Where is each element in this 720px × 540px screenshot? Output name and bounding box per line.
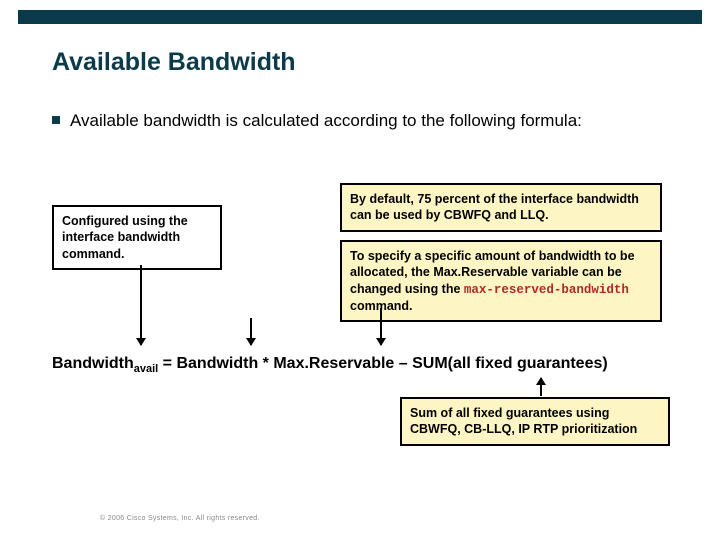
slide-title: Available Bandwidth	[52, 48, 296, 77]
top-band	[18, 10, 702, 24]
bullet-row: Available bandwidth is calculated accord…	[52, 110, 660, 132]
callout-max-reserved-cmd: max-reserved-bandwidth	[464, 283, 629, 297]
slide: Available Bandwidth Available bandwidth …	[0, 0, 720, 540]
callout-configured-l1: Configured using the	[62, 214, 188, 228]
callout-max-reserved: To specify a specific amount of bandwidt…	[340, 240, 662, 322]
callout-configured-bandwidth-word: bandwidth	[118, 230, 181, 244]
arrow-down-icon	[140, 265, 142, 345]
copyright: © 2006 Cisco Systems, Inc. All rights re…	[100, 515, 260, 522]
bullet-icon	[52, 116, 60, 124]
arrow-down-icon	[380, 308, 382, 345]
callout-sum-fixed-text: Sum of all fixed guarantees using CBWFQ,…	[410, 406, 637, 436]
callout-default-75: By default, 75 percent of the interface …	[340, 183, 662, 232]
bullet-text: Available bandwidth is calculated accord…	[70, 111, 582, 130]
formula: Bandwidthavail = Bandwidth * Max.Reserva…	[52, 355, 680, 375]
callout-configured: Configured using the interface bandwidth…	[52, 205, 222, 270]
arrow-up-icon	[540, 378, 542, 396]
callout-sum-fixed: Sum of all fixed guarantees using CBWFQ,…	[400, 397, 670, 446]
callout-default-75-text: By default, 75 percent of the interface …	[350, 192, 639, 222]
arrow-down-icon	[250, 318, 252, 345]
callout-configured-l2a: interface	[62, 230, 118, 244]
formula-lhs-sub: avail	[134, 363, 158, 375]
callout-configured-l3: command.	[62, 247, 125, 261]
formula-rhs: = Bandwidth * Max.Reservable – SUM(all f…	[158, 355, 607, 372]
formula-lhs-base: Bandwidth	[52, 355, 134, 372]
